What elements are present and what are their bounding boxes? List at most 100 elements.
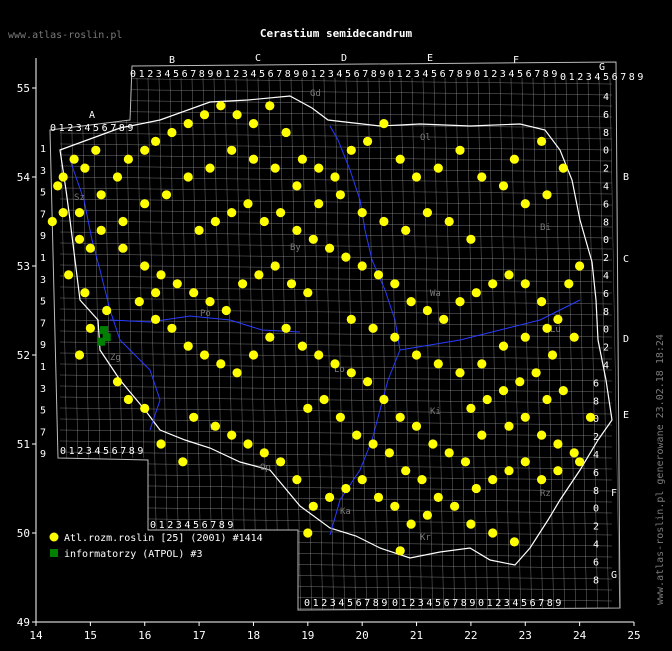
point-atlas: [455, 368, 465, 378]
column-digit: 0: [388, 69, 394, 80]
point-atlas: [515, 377, 525, 387]
bottom-digit: 5: [435, 598, 441, 609]
grid-line-horizontal: [59, 374, 613, 382]
bottom-digit: 7: [120, 446, 126, 457]
grid-line-vertical: [455, 77, 467, 635]
column-digit: 6: [268, 69, 274, 80]
point-atlas: [303, 403, 313, 413]
column-digit: 8: [543, 69, 549, 80]
point-atlas: [368, 439, 378, 449]
point-atlas: [292, 225, 302, 235]
point-atlas: [498, 341, 509, 351]
place-code: Lu: [550, 325, 561, 335]
x-tick-label: 20: [356, 629, 369, 642]
point-atlas: [210, 421, 220, 431]
point-atlas: [406, 519, 416, 529]
point-atlas: [64, 270, 74, 280]
site-label[interactable]: www.atlas-roslin.pl: [8, 30, 122, 41]
place-code: Zg: [110, 353, 121, 363]
row-letter: F: [611, 488, 617, 499]
point-atlas: [183, 341, 193, 351]
point-atlas: [346, 145, 356, 155]
right-digit: 6: [603, 199, 609, 210]
column-digit: 5: [259, 69, 265, 80]
grid-line-vertical: [466, 77, 478, 635]
place-code: Gd: [310, 89, 321, 99]
column-digit: 1: [139, 69, 145, 80]
bottom-digit: 3: [176, 520, 182, 531]
point-atlas: [270, 163, 280, 173]
legend-label: informatorzy (ATPOL) #3: [64, 549, 202, 560]
bottom-digit: 8: [373, 598, 379, 609]
point-atlas: [270, 261, 280, 271]
point-atlas: [509, 537, 519, 547]
map-stage: 14 15 16 17 18 19 20 21 22 23 24 25 55 54 53 52 51 50 49 A…: [0, 0, 672, 651]
column-digit: 9: [207, 69, 213, 80]
grid-line-horizontal: [59, 286, 613, 294]
point-atlas: [335, 190, 345, 200]
point-atlas: [395, 546, 405, 556]
place-code: Ka: [340, 507, 351, 517]
point-atlas: [471, 483, 481, 494]
point-atlas: [308, 234, 318, 244]
right-digit: 6: [603, 289, 609, 300]
point-atlas: [80, 163, 90, 173]
y-tick-label: 51: [17, 438, 30, 451]
grid-line-vertical: [587, 77, 599, 635]
point-atlas: [47, 216, 57, 227]
bottom-digit: 2: [495, 598, 501, 609]
row-digit: 9: [40, 340, 46, 351]
point-atlas: [477, 172, 487, 182]
column-digit: 3: [328, 69, 334, 80]
column-digit: 1: [59, 123, 65, 134]
column-digit: 4: [336, 69, 342, 80]
point-atlas: [455, 145, 465, 155]
column-digit: 0: [130, 69, 136, 80]
point-atlas: [69, 154, 79, 164]
point-atlas: [433, 359, 443, 369]
point-atlas: [390, 332, 400, 342]
point-atlas: [123, 154, 133, 164]
bottom-digit: 8: [219, 520, 225, 531]
right-digit: 4: [593, 540, 599, 551]
column-digit: 2: [491, 69, 497, 80]
point-atlas: [466, 403, 476, 413]
right-digit: 8: [603, 307, 609, 318]
point-atlas: [286, 279, 297, 289]
point-atlas: [96, 225, 106, 235]
row-letter: G: [611, 570, 617, 581]
row-digit: 7: [40, 209, 46, 220]
point-atlas: [537, 297, 547, 307]
right-digit: 4: [603, 92, 609, 103]
bottom-digit: 1: [159, 520, 165, 531]
point-atlas: [335, 412, 345, 422]
point-atlas: [498, 386, 509, 396]
point-atlas: [248, 350, 259, 360]
bottom-digit: 6: [112, 446, 118, 457]
column-digit: 0: [50, 123, 56, 134]
point-atlas: [183, 119, 193, 129]
column-digit: 2: [319, 69, 325, 80]
generated-note: www.atlas-roslin.pl generowane 23.02.18 …: [655, 334, 666, 605]
column-digit: 0: [560, 72, 566, 83]
bottom-digit: 9: [227, 520, 233, 531]
bottom-digit: 3: [330, 598, 336, 609]
point-atlas: [346, 368, 356, 378]
point-atlas: [379, 394, 389, 405]
grid-line-horizontal: [59, 110, 613, 118]
grid-line-horizontal: [59, 352, 613, 360]
point-atlas: [325, 492, 335, 502]
point-atlas: [167, 127, 177, 138]
point-atlas: [259, 216, 269, 227]
point-atlas: [547, 350, 558, 360]
row-digit: 7: [40, 427, 46, 438]
point-atlas: [205, 297, 215, 307]
point-atlas: [325, 243, 335, 253]
bottom-digit: 6: [356, 598, 362, 609]
point-atlas: [520, 332, 530, 342]
bottom-digit: 3: [418, 598, 424, 609]
bottom-digit: 5: [193, 520, 199, 531]
column-digit: 4: [594, 72, 600, 83]
x-tick-label: 21: [410, 629, 423, 642]
point-atlas: [439, 314, 449, 324]
